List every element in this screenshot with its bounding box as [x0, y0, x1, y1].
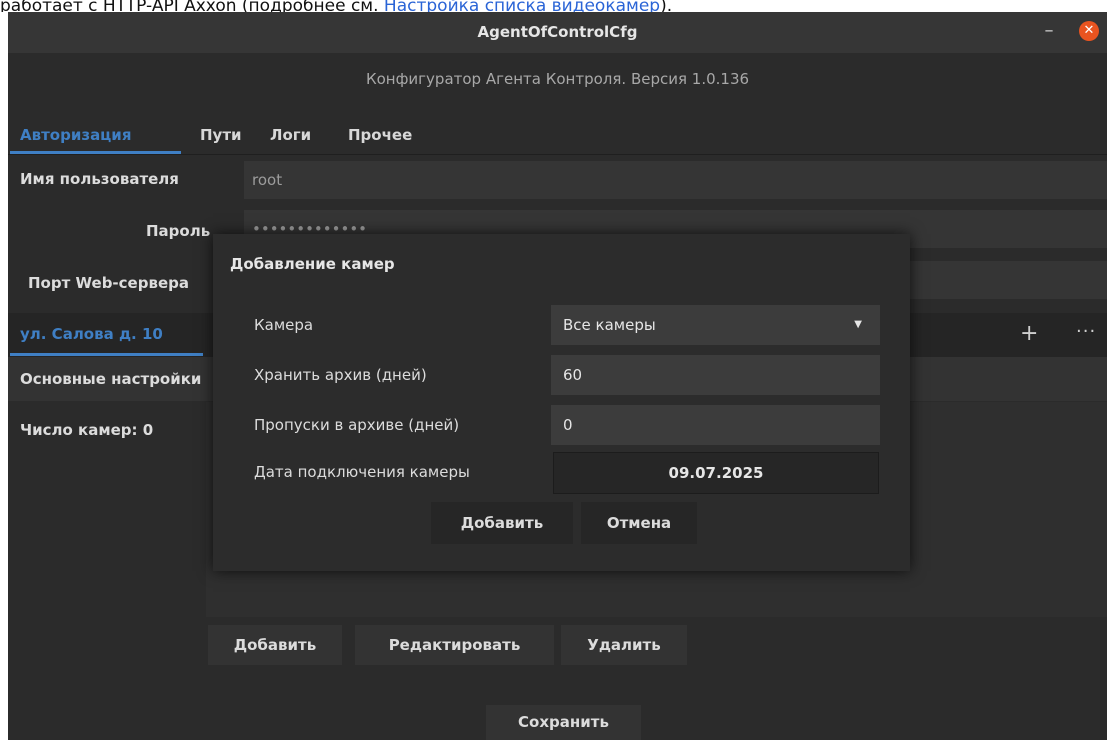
connection-date-label: Дата подключения камеры: [254, 463, 470, 481]
tab-other[interactable]: Прочее: [348, 126, 412, 144]
archive-days-label: Хранить архив (дней): [254, 366, 427, 384]
chevron-down-icon: ▼: [854, 319, 862, 330]
site-address-tab[interactable]: ул. Салова д. 10: [20, 325, 163, 343]
password-label: Пароль: [146, 222, 211, 240]
app-window: AgentOfControlCfg – ✕ Конфигуратор Агент…: [8, 12, 1107, 740]
save-button[interactable]: Сохранить: [486, 705, 641, 740]
username-label: Имя пользователя: [20, 170, 179, 188]
edit-button[interactable]: Редактировать: [355, 625, 554, 665]
minimize-icon[interactable]: –: [1040, 19, 1058, 43]
document-text-line: работает с HTTP-API Axxon (подробнее см.…: [0, 0, 1107, 12]
web-port-label: Порт Web-сервера: [28, 274, 189, 292]
tab-paths[interactable]: Пути: [200, 126, 242, 144]
archive-days-field[interactable]: 60: [551, 355, 880, 395]
dialog-cancel-button[interactable]: Отмена: [581, 502, 697, 544]
username-field[interactable]: root: [244, 161, 1107, 199]
camera-count: Число камер: 0: [20, 421, 154, 439]
archive-gaps-label: Пропуски в архиве (дней): [254, 416, 460, 434]
close-icon[interactable]: ✕: [1079, 21, 1099, 41]
app-version-subtitle: Конфигуратор Агента Контроля. Версия 1.0…: [365, 70, 750, 88]
basic-settings-label[interactable]: Основные настройки: [20, 370, 201, 388]
add-cameras-dialog: Добавление камер Камера Все камеры ▼ Хра…: [213, 234, 910, 571]
archive-gaps-field[interactable]: 0: [551, 405, 880, 445]
add-site-icon[interactable]: +: [1020, 321, 1038, 346]
doc-text-before: работает с HTTP-API Axxon (подробнее см.: [0, 0, 384, 12]
delete-button[interactable]: Удалить: [561, 625, 687, 665]
camera-select-value: Все камеры: [563, 316, 656, 334]
add-button[interactable]: Добавить: [208, 625, 342, 665]
site-tab-indicator: [10, 353, 203, 356]
camera-select[interactable]: Все камеры ▼: [551, 305, 880, 345]
title-bar: AgentOfControlCfg – ✕: [8, 12, 1107, 53]
dialog-add-button[interactable]: Добавить: [431, 502, 573, 544]
more-icon[interactable]: ···: [1076, 321, 1096, 342]
tab-divider: [8, 154, 1107, 155]
tab-authorization[interactable]: Авторизация: [20, 126, 131, 144]
camera-label: Камера: [254, 316, 314, 334]
connection-date-field[interactable]: 09.07.2025: [553, 452, 879, 494]
doc-text-after: ).: [660, 0, 673, 12]
window-title: AgentOfControlCfg: [477, 23, 638, 41]
tab-logs[interactable]: Логи: [270, 126, 311, 144]
dialog-title: Добавление камер: [230, 255, 395, 273]
doc-link[interactable]: Настройка списка видеокамер: [384, 0, 660, 12]
